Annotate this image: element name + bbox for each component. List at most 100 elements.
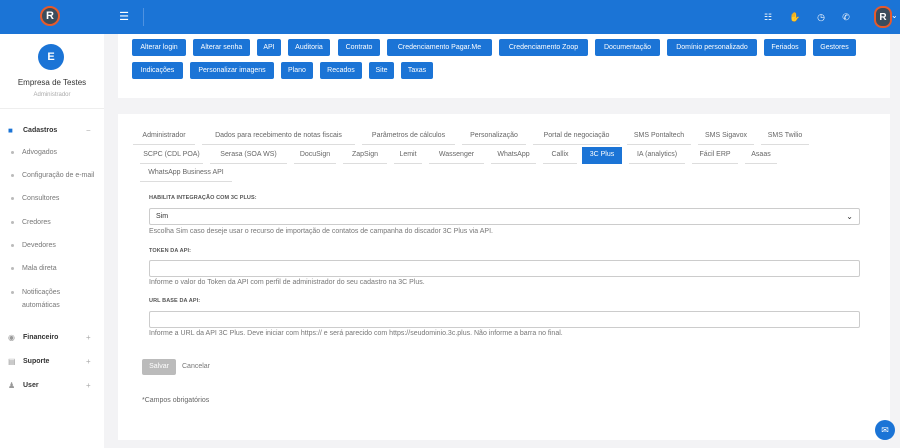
cancel-button[interactable]: Cancelar <box>182 359 210 375</box>
tab-dados-notas-fiscais[interactable]: Dados para recebimento de notas fiscais <box>202 128 355 145</box>
api-url-input[interactable] <box>149 311 860 328</box>
expand-icon[interactable]: + <box>86 333 91 342</box>
plano-button[interactable]: Plano <box>281 62 313 79</box>
list-icon[interactable]: ☷ <box>762 10 774 24</box>
chat-support-icon[interactable]: ✉ <box>875 420 895 440</box>
top-navbar: R ☰ ☷ ✋ ◷ ✆ R ⌄ <box>0 0 900 34</box>
tab-administrador[interactable]: Administrador <box>133 128 195 145</box>
sidebar-divider <box>0 108 104 109</box>
sidebar-section-financeiro[interactable]: ◉ Financeiro + <box>0 329 104 345</box>
sidebar-section-label: User <box>23 381 39 389</box>
tab-sms-pontaltech[interactable]: SMS Pontaltech <box>627 128 691 145</box>
dominio-personalizado-button[interactable]: Domínio personalizado <box>667 39 757 56</box>
sidebar-item-label: Configuração de e-mail <box>22 172 95 179</box>
topbar-divider <box>143 8 144 26</box>
api-button[interactable]: API <box>257 39 281 56</box>
tab-callix[interactable]: Callix <box>543 147 577 164</box>
handshake-icon[interactable]: ✋ <box>789 10 801 24</box>
chevron-down-icon: ⌄ <box>846 212 853 221</box>
sidebar-item-notificacoes-automaticas[interactable]: Notificações automáticas <box>0 288 104 312</box>
tab-facil-erp[interactable]: Fácil ERP <box>692 147 738 164</box>
sidebar-item-configuracao-email[interactable]: Configuração de e-mail <box>0 171 104 181</box>
api-token-label: Token da API: <box>149 248 192 254</box>
api-url-help: Informe a URL da API 3C Plus. Deve inici… <box>149 330 563 337</box>
tab-whatsapp-business-api[interactable]: WhatsApp Business API <box>140 165 232 182</box>
sidebar-item-label: Notificações <box>22 289 61 296</box>
tab-docusign[interactable]: DocuSign <box>294 147 336 164</box>
api-token-input[interactable] <box>149 260 860 277</box>
enable-3cplus-select[interactable]: Sim ⌄ <box>149 208 860 225</box>
tab-asaas[interactable]: Asaas <box>745 147 777 164</box>
bullet-icon <box>11 244 14 247</box>
tab-parametros-calculos[interactable]: Parâmetros de cálculos <box>362 128 455 145</box>
alterar-login-button[interactable]: Alterar login <box>132 39 186 56</box>
bullet-icon <box>11 151 14 154</box>
tab-wassenger[interactable]: Wassenger <box>429 147 484 164</box>
recados-button[interactable]: Recados <box>320 62 362 79</box>
app-logo[interactable]: R <box>40 6 60 26</box>
tab-personalizacao[interactable]: Personalização <box>462 128 526 145</box>
tab-3c-plus[interactable]: 3C Plus <box>582 147 622 164</box>
feriados-button[interactable]: Feriados <box>764 39 806 56</box>
tab-sms-sigavox[interactable]: SMS Sigavox <box>698 128 754 145</box>
tab-serasa[interactable]: Serasa (SOA WS) <box>210 147 287 164</box>
sidebar-item-consultores[interactable]: Consultores <box>0 194 104 204</box>
credenciamento-pagarme-button[interactable]: Credenciamento Pagar.Me <box>387 39 492 56</box>
collapse-icon[interactable]: − <box>86 126 91 135</box>
whatsapp-icon[interactable]: ✆ <box>840 10 852 24</box>
credenciamento-zoop-button[interactable]: Credenciamento Zoop <box>499 39 588 56</box>
bullet-icon <box>11 197 14 200</box>
site-button[interactable]: Site <box>369 62 394 79</box>
sidebar-item-label: Advogados <box>22 149 58 156</box>
personalizar-imagens-button[interactable]: Personalizar imagens <box>190 62 274 79</box>
sidebar-item-credores[interactable]: Credores <box>0 218 104 228</box>
sidebar-item-label: Mala direta <box>22 265 57 272</box>
expand-icon[interactable]: + <box>86 357 91 366</box>
contrato-button[interactable]: Contrato <box>338 39 380 56</box>
tab-lemit[interactable]: Lemit <box>394 147 422 164</box>
auditoria-button[interactable]: Auditoria <box>288 39 330 56</box>
company-role: Administrador <box>33 92 71 98</box>
clock-icon[interactable]: ◷ <box>815 10 827 24</box>
enable-3cplus-label: Habilita integração com 3C Plus: <box>149 195 257 201</box>
indicacoes-button[interactable]: Indicações <box>132 62 183 79</box>
tab-zapsign[interactable]: ZapSign <box>343 147 387 164</box>
taxas-button[interactable]: Taxas <box>401 62 433 79</box>
documentacao-button[interactable]: Documentação <box>595 39 660 56</box>
chevron-down-icon[interactable]: ⌄ <box>891 11 898 20</box>
bullet-icon <box>11 221 14 224</box>
gestores-button[interactable]: Gestores <box>813 39 856 56</box>
api-token-help: Informe o valor do Token da API com perf… <box>149 279 425 286</box>
tab-whatsapp[interactable]: WhatsApp <box>491 147 536 164</box>
chat-icon: ▤ <box>8 356 16 366</box>
bullet-icon <box>11 267 14 270</box>
dollar-icon: ◉ <box>8 332 15 342</box>
sidebar-section-user[interactable]: ♟ User + <box>0 377 104 393</box>
sidebar-item-label: Credores <box>22 219 51 226</box>
hamburger-menu-icon[interactable]: ☰ <box>118 10 130 24</box>
enable-3cplus-help: Escolha Sim caso deseje usar o recurso d… <box>149 228 493 235</box>
folder-icon: ■ <box>8 125 13 135</box>
tab-ia-analytics[interactable]: IA (analytics) <box>629 147 685 164</box>
bullet-icon <box>11 291 14 294</box>
api-url-label: URL base da API: <box>149 298 201 304</box>
sidebar-item-devedores[interactable]: Devedores <box>0 241 104 251</box>
user-icon: ♟ <box>8 380 16 390</box>
sidebar-item-mala-direta[interactable]: Mala direta <box>0 264 104 274</box>
sidebar: E Empresa de Testes Administrador ■ Cada… <box>0 34 104 448</box>
sidebar-section-label: Suporte <box>23 357 50 365</box>
sidebar-item-advogados[interactable]: Advogados <box>0 148 104 158</box>
user-avatar[interactable]: R <box>874 6 892 28</box>
sidebar-section-cadastros[interactable]: ■ Cadastros − <box>0 122 104 138</box>
expand-icon[interactable]: + <box>86 381 91 390</box>
alterar-senha-button[interactable]: Alterar senha <box>193 39 250 56</box>
company-name: Empresa de Testes <box>17 78 87 87</box>
tab-sms-twilio[interactable]: SMS Twilio <box>761 128 809 145</box>
sidebar-section-suporte[interactable]: ▤ Suporte + <box>0 353 104 369</box>
sidebar-item-label: Devedores <box>22 242 56 249</box>
tab-scpc[interactable]: SCPC (CDL POA) <box>140 147 203 164</box>
required-fields-note: *Campos obrigatórios <box>142 397 210 404</box>
save-button[interactable]: Salvar <box>142 359 176 375</box>
company-avatar: E <box>38 44 64 70</box>
tab-portal-negociacao[interactable]: Portal de negociação <box>533 128 620 145</box>
